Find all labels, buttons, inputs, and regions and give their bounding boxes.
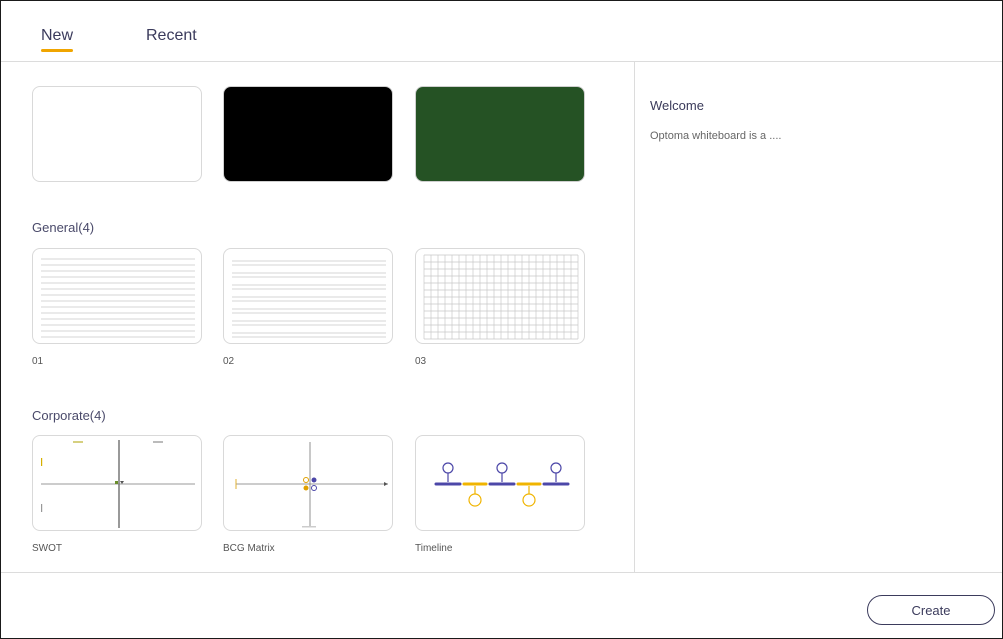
general-section-title: General(4)	[32, 220, 95, 235]
template-label-swot: SWOT	[32, 543, 62, 554]
details-title: Welcome	[650, 98, 704, 113]
template-label-01: 01	[32, 356, 44, 367]
template-label-02: 02	[223, 356, 235, 367]
template-label-03: 03	[415, 356, 427, 367]
template-gallery: General(4) 01 02 03 Corporate(4) SWOT BC…	[1, 62, 633, 572]
template-details-panel: Welcome Optoma whiteboard is a ....	[634, 62, 1003, 572]
template-card-bcg-matrix[interactable]	[223, 435, 393, 531]
active-tab-indicator	[41, 49, 74, 52]
tab-bar: New Recent	[1, 1, 1002, 62]
template-label-bcg-matrix: BCG Matrix	[223, 543, 275, 554]
tab-new[interactable]: New	[41, 27, 74, 52]
template-card-01[interactable]	[32, 248, 202, 344]
tab-new-label: New	[41, 27, 74, 44]
lined-paper-icon	[41, 258, 195, 338]
swot-diagram-icon	[41, 440, 195, 528]
template-card-02[interactable]	[223, 248, 393, 344]
template-label-timeline: Timeline	[415, 543, 453, 554]
corporate-section-title: Corporate(4)	[32, 408, 106, 423]
timeline-diagram-icon	[434, 462, 570, 507]
green-board-card[interactable]	[415, 86, 585, 182]
template-card-03[interactable]	[415, 248, 585, 344]
bcg-matrix-icon	[235, 442, 388, 528]
black-board-card[interactable]	[223, 86, 393, 182]
template-card-swot[interactable]	[32, 435, 202, 531]
tab-recent[interactable]: Recent	[146, 27, 197, 45]
tab-recent-label: Recent	[146, 27, 197, 44]
grid-paper-icon	[423, 254, 579, 340]
details-description: Optoma whiteboard is a ....	[650, 130, 782, 142]
create-button[interactable]: Create	[867, 595, 995, 625]
template-card-timeline[interactable]	[415, 435, 585, 531]
lined-paper-icon	[232, 260, 386, 338]
white-board-card[interactable]	[32, 86, 202, 182]
new-whiteboard-dialog: New Recent General(4) 01 02 03 Corporate…	[0, 0, 1003, 639]
dialog-footer: Create	[1, 572, 1002, 639]
